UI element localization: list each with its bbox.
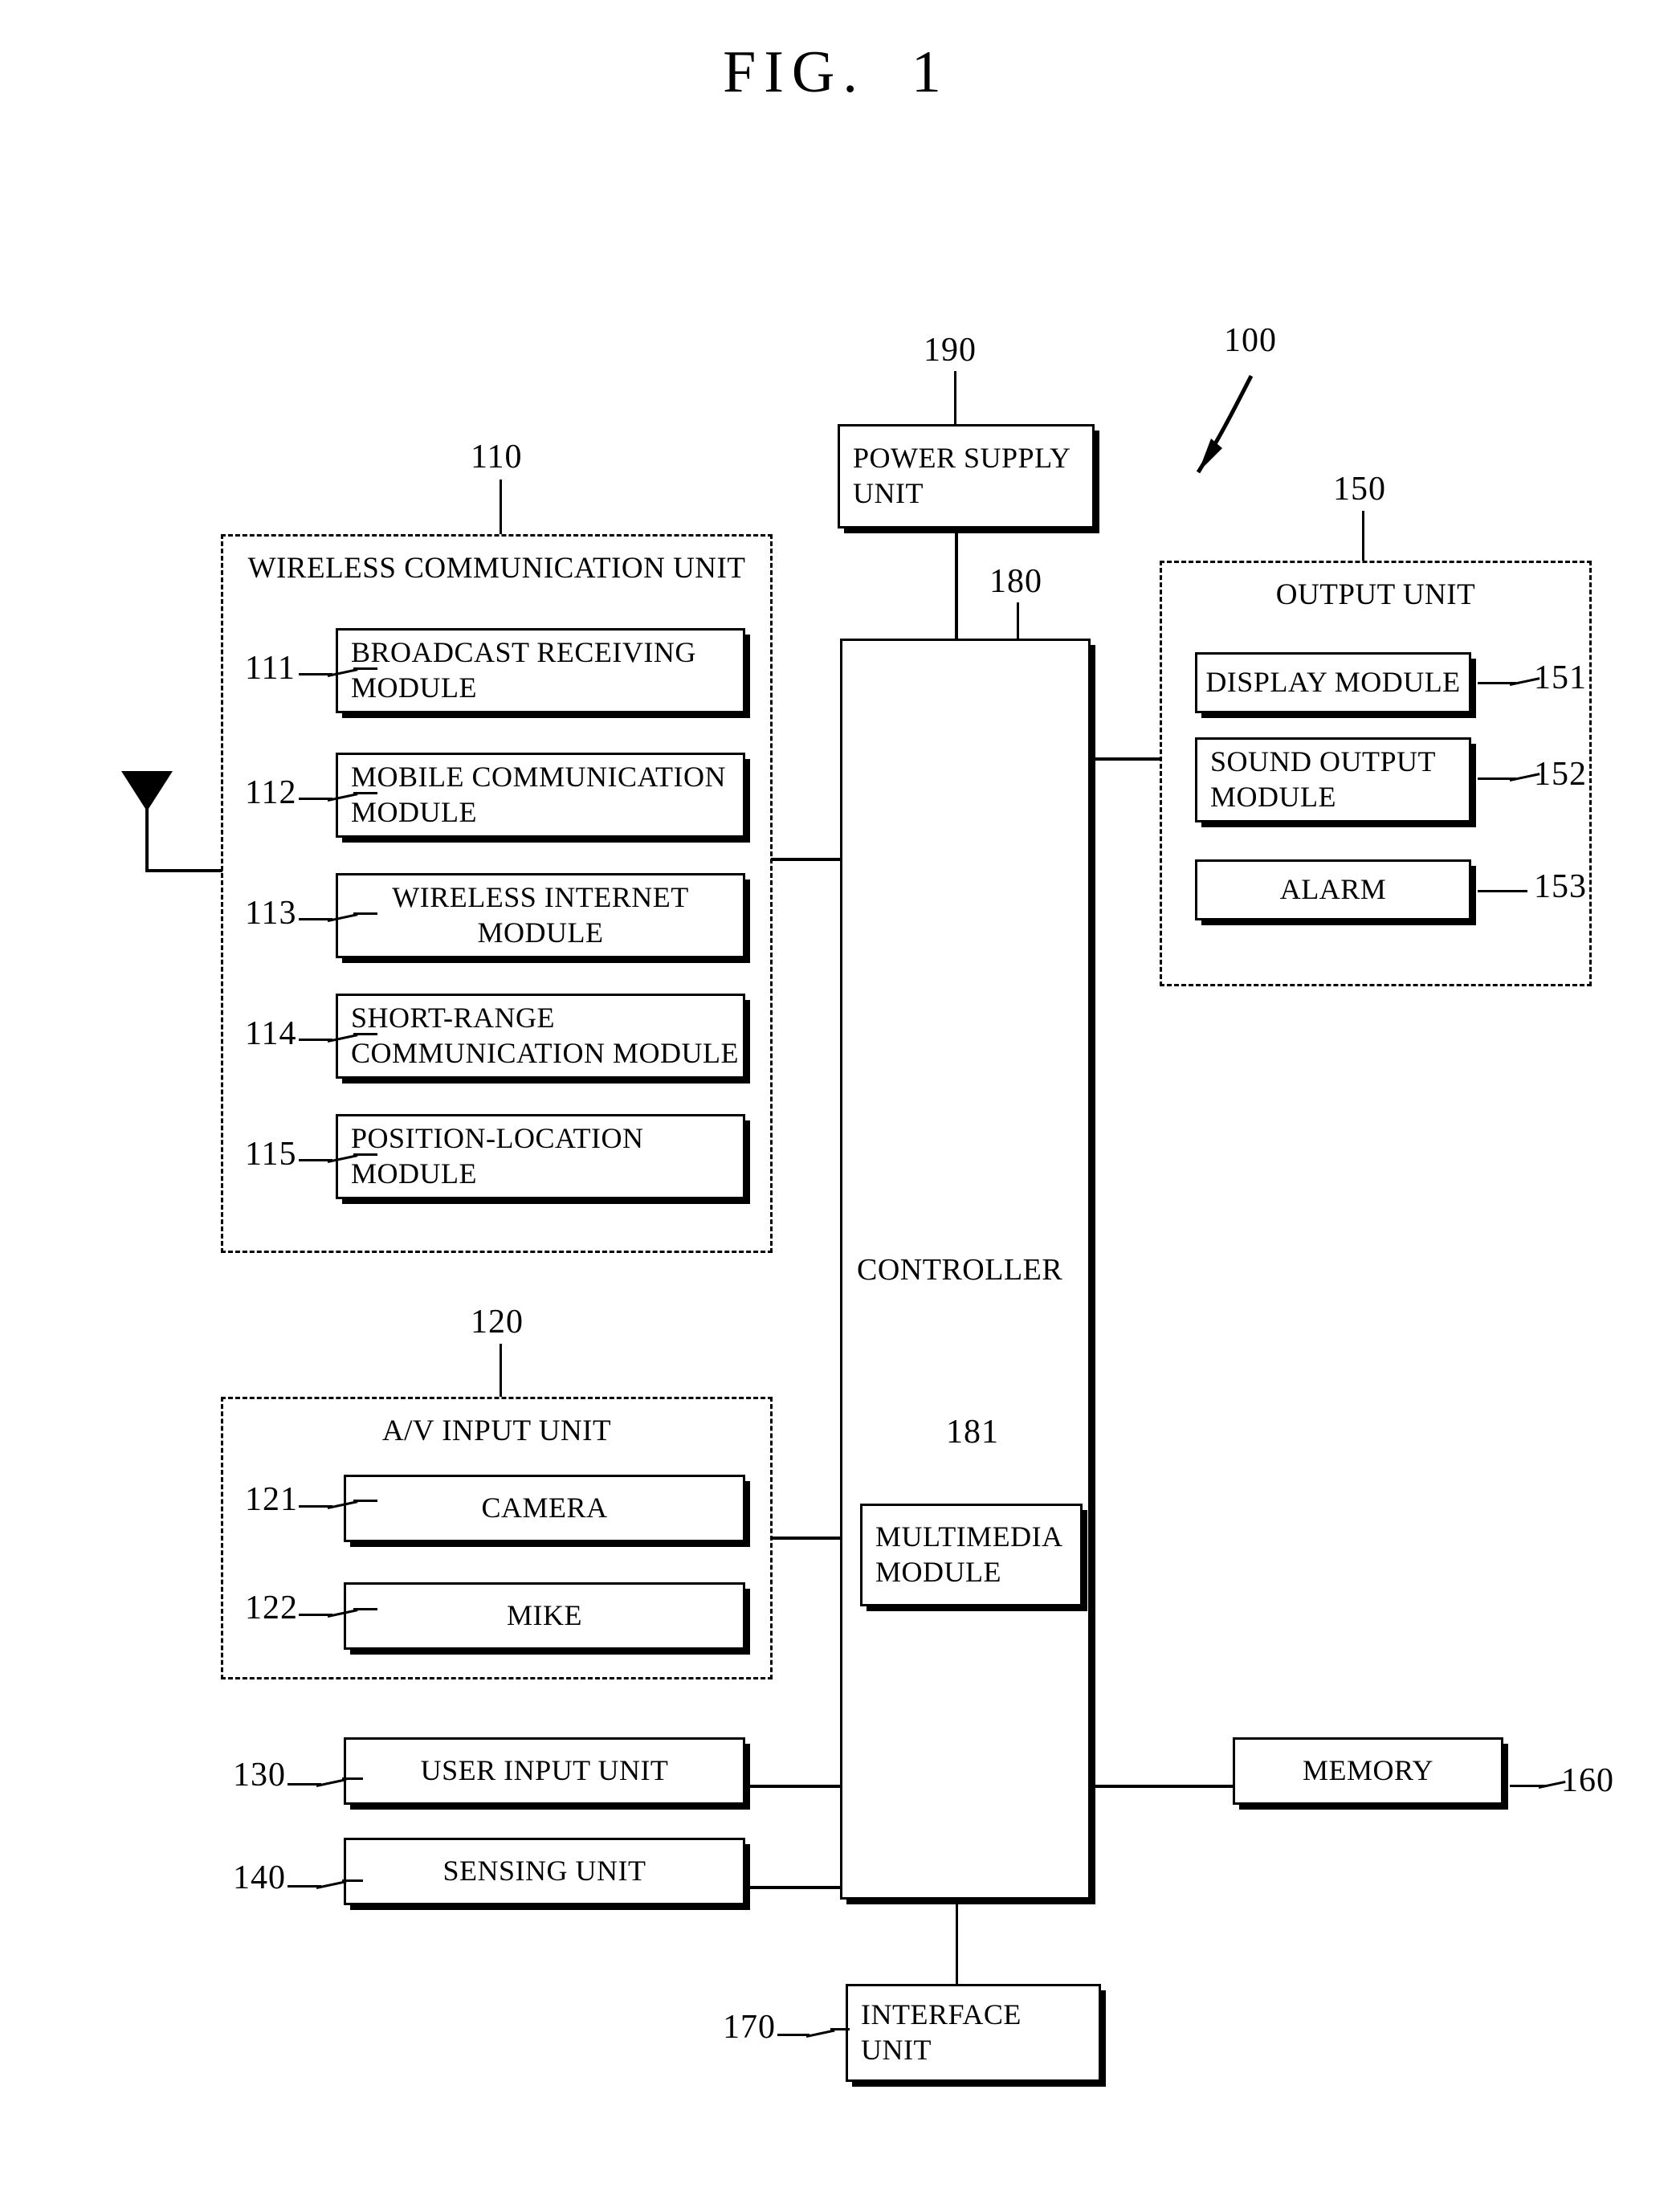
wireless-internet-module-box[interactable]: WIRELESS INTERNET MODULE bbox=[336, 873, 745, 958]
leader-line-140-b bbox=[342, 1879, 363, 1882]
display-module-box[interactable]: DISPLAY MODULE bbox=[1195, 652, 1471, 713]
output-unit-title: OUTPUT UNIT bbox=[1275, 578, 1476, 611]
leader-line-122-b bbox=[353, 1608, 377, 1610]
leader-line-170 bbox=[777, 2034, 809, 2036]
broadcast-receiving-module-label: BROADCAST RECEIVING MODULE bbox=[351, 636, 696, 704]
sensing-unit-label: SENSING UNIT bbox=[442, 1855, 646, 1888]
leader-line-115-b bbox=[353, 1153, 377, 1156]
leader-line-113-b bbox=[353, 912, 377, 915]
ref-number-130: 130 bbox=[233, 1757, 286, 1794]
controller-to-output-line bbox=[1090, 757, 1162, 761]
controller-label: CONTROLLER bbox=[857, 1253, 1063, 1287]
ref-number-113: 113 bbox=[245, 895, 297, 932]
page-title: FIG. 1 bbox=[723, 39, 949, 105]
user-input-unit-box[interactable]: USER INPUT UNIT bbox=[344, 1737, 745, 1805]
leader-line-153 bbox=[1478, 890, 1527, 892]
sound-output-module-box[interactable]: SOUND OUTPUT MODULE bbox=[1195, 737, 1471, 822]
sound-output-module-label: SOUND OUTPUT MODULE bbox=[1210, 745, 1437, 813]
patent-figure-page: FIG. 1 100 190 POWER SUPPLY UNIT 180 CON… bbox=[0, 0, 1672, 2212]
ref-number-121: 121 bbox=[245, 1481, 298, 1518]
camera-box[interactable]: CAMERA bbox=[344, 1475, 745, 1542]
leader-line-190 bbox=[954, 371, 956, 424]
short-range-communication-module-box[interactable]: SHORT-RANGE COMMUNICATION MODULE bbox=[336, 994, 745, 1079]
av-to-controller-line bbox=[771, 1537, 842, 1540]
camera-label: CAMERA bbox=[481, 1492, 608, 1524]
alarm-box[interactable]: ALARM bbox=[1195, 859, 1471, 920]
ref-number-114: 114 bbox=[245, 1015, 297, 1052]
wireless-to-controller-line bbox=[771, 858, 842, 861]
ref-number-115: 115 bbox=[245, 1136, 297, 1173]
leader-line-110 bbox=[500, 480, 502, 534]
controller-to-memory-line bbox=[1090, 1785, 1236, 1788]
position-location-module-box[interactable]: POSITION-LOCATION MODULE bbox=[336, 1114, 745, 1199]
leader-line-170-b bbox=[830, 2028, 850, 2030]
ref-number-140: 140 bbox=[233, 1859, 286, 1896]
display-module-label: DISPLAY MODULE bbox=[1205, 666, 1461, 699]
mike-box[interactable]: MIKE bbox=[344, 1582, 745, 1650]
leader-line-150 bbox=[1362, 511, 1364, 561]
leader-line-180 bbox=[1017, 602, 1019, 639]
power-supply-unit-box[interactable]: POWER SUPPLY UNIT bbox=[838, 424, 1095, 529]
leader-line-121-b bbox=[353, 1500, 377, 1502]
device-ref-arrow-icon bbox=[1196, 374, 1254, 474]
ref-number-190: 190 bbox=[924, 332, 977, 369]
wireless-communication-unit-title: WIRELESS COMMUNICATION UNIT bbox=[247, 552, 746, 585]
leader-line-120 bbox=[500, 1344, 502, 1397]
leader-line-112-b bbox=[353, 792, 377, 794]
ref-number-122: 122 bbox=[245, 1590, 298, 1626]
interface-unit-label: INTERFACE UNIT bbox=[861, 1998, 1022, 2066]
user-input-to-controller-line bbox=[745, 1785, 842, 1788]
power-to-controller-line bbox=[955, 529, 958, 639]
mobile-communication-module-box[interactable]: MOBILE COMMUNICATION MODULE bbox=[336, 753, 745, 838]
sensing-to-controller-line bbox=[745, 1886, 842, 1889]
ref-number-112: 112 bbox=[245, 774, 297, 811]
multimedia-module-label: MULTIMEDIA MODULE bbox=[875, 1520, 1063, 1588]
ref-number-160: 160 bbox=[1561, 1762, 1614, 1799]
mobile-communication-module-label: MOBILE COMMUNICATION MODULE bbox=[351, 761, 726, 828]
wireless-internet-module-label: WIRELESS INTERNET MODULE bbox=[392, 881, 689, 949]
leader-line-130-b bbox=[342, 1777, 363, 1780]
ref-number-153: 153 bbox=[1534, 868, 1587, 905]
multimedia-module-box[interactable]: MULTIMEDIA MODULE bbox=[860, 1504, 1083, 1606]
ref-number-181: 181 bbox=[946, 1414, 999, 1451]
memory-label: MEMORY bbox=[1302, 1754, 1434, 1787]
alarm-label: ALARM bbox=[1279, 873, 1387, 906]
memory-box[interactable]: MEMORY bbox=[1233, 1737, 1503, 1805]
ref-number-180: 180 bbox=[989, 563, 1042, 600]
controller-to-interface-line bbox=[956, 1900, 958, 1984]
ref-number-150: 150 bbox=[1333, 471, 1386, 508]
av-input-unit-title: A/V INPUT UNIT bbox=[381, 1414, 612, 1447]
power-supply-unit-label: POWER SUPPLY UNIT bbox=[853, 442, 1071, 509]
sensing-unit-box[interactable]: SENSING UNIT bbox=[344, 1838, 745, 1905]
position-location-module-label: POSITION-LOCATION MODULE bbox=[351, 1122, 644, 1190]
ref-number-110: 110 bbox=[471, 439, 523, 475]
leader-line-111-b bbox=[353, 667, 377, 670]
short-range-communication-module-label: SHORT-RANGE COMMUNICATION MODULE bbox=[351, 1002, 739, 1069]
broadcast-receiving-module-box[interactable]: BROADCAST RECEIVING MODULE bbox=[336, 628, 745, 713]
leader-kink-170 bbox=[805, 2029, 835, 2038]
mike-label: MIKE bbox=[507, 1599, 582, 1632]
ref-number-170: 170 bbox=[723, 2009, 776, 2046]
controller-box[interactable]: CONTROLLER bbox=[840, 639, 1091, 1900]
ref-number-152: 152 bbox=[1534, 756, 1587, 793]
ref-number-111: 111 bbox=[245, 650, 296, 687]
user-input-unit-label: USER INPUT UNIT bbox=[420, 1754, 669, 1787]
leader-line-114-b bbox=[353, 1033, 377, 1035]
ref-number-151: 151 bbox=[1534, 659, 1587, 696]
interface-unit-box[interactable]: INTERFACE UNIT bbox=[846, 1984, 1101, 2082]
ref-number-100: 100 bbox=[1224, 322, 1277, 359]
ref-number-120: 120 bbox=[471, 1304, 524, 1341]
